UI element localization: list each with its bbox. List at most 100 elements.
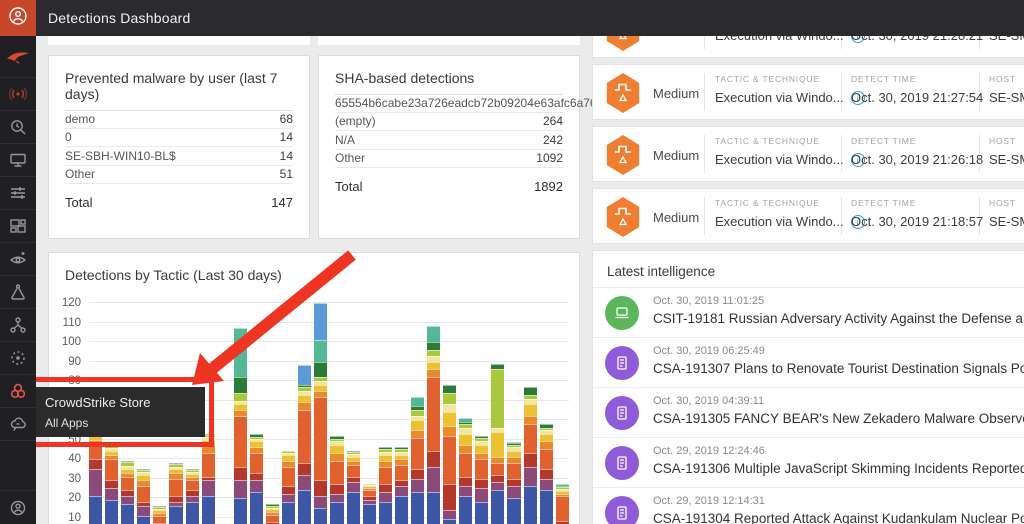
stacked-bar[interactable] xyxy=(266,503,280,524)
stacked-bar[interactable] xyxy=(394,447,408,524)
sidebar-item-intelligence[interactable] xyxy=(0,276,36,309)
sidebar-item-investigate[interactable] xyxy=(0,111,36,144)
column-value: Oct. 30, 2019 21:18:57 xyxy=(851,214,983,229)
stacked-bar[interactable] xyxy=(121,460,135,524)
stacked-bar[interactable] xyxy=(249,433,264,524)
user-menu-button[interactable] xyxy=(0,0,36,36)
monitor-icon xyxy=(9,151,27,169)
sidebar-item-configuration[interactable] xyxy=(0,177,36,210)
sidebar-item-user[interactable] xyxy=(0,491,36,524)
stacked-bar[interactable] xyxy=(185,468,199,524)
total-label: Total xyxy=(65,195,93,210)
stacked-bar[interactable] xyxy=(298,365,312,524)
value-text: Execution via Windo... xyxy=(715,90,844,105)
stacked-bar[interactable] xyxy=(555,484,569,524)
sidebar-item-store[interactable] xyxy=(0,375,36,408)
stacked-bar[interactable] xyxy=(233,328,247,524)
bar-segment xyxy=(426,377,441,452)
bar-segment xyxy=(105,499,119,524)
bar-segment xyxy=(105,459,119,481)
store-icon xyxy=(9,382,27,400)
stacked-bar[interactable] xyxy=(137,468,151,524)
sidebar-item-settings[interactable] xyxy=(0,342,36,375)
stacked-bar[interactable] xyxy=(169,462,183,524)
detect-time-column: DETECT TIME Oct. 30, 2019 21:26:18 xyxy=(851,136,983,167)
detection-row[interactable]: Medium TACTIC & TECHNIQUE Execution via Wi… xyxy=(592,188,1024,244)
detection-row[interactable]: Medium TACTIC & TECHNIQUE Execution via Wi… xyxy=(592,126,1024,182)
stacked-bar[interactable] xyxy=(201,433,215,524)
stacked-bar[interactable] xyxy=(282,451,296,524)
sidebar-item-dashboards[interactable] xyxy=(0,210,36,243)
row-label: N/A xyxy=(335,132,356,147)
bar-segment xyxy=(89,443,103,460)
sliders-icon xyxy=(9,184,27,202)
row-value: 1092 xyxy=(536,151,563,166)
y-axis-tick-label: 10 xyxy=(68,511,81,524)
bar-segment xyxy=(507,498,521,524)
avatar-icon xyxy=(7,5,29,32)
bar-segment xyxy=(249,453,264,473)
bar-segment xyxy=(378,466,392,485)
bar-segment xyxy=(330,445,344,454)
store-tooltip-all-apps[interactable]: All Apps xyxy=(45,416,193,430)
detection-row[interactable]: Medium TACTIC & TECHNIQUE Execution via Wi… xyxy=(592,64,1024,120)
stacked-bar[interactable] xyxy=(362,484,376,524)
stacked-bar[interactable] xyxy=(507,441,521,524)
stacked-bar[interactable] xyxy=(443,384,457,524)
bar-segment xyxy=(233,466,247,481)
bar-segment xyxy=(298,402,312,411)
bar-segment xyxy=(491,482,505,491)
intelligence-text: Oct. 29, 2019 12:24:46 CSA-191306 Multipl… xyxy=(653,445,1024,476)
intelligence-item[interactable]: Oct. 29, 2019 12:14:31 CSA-191304 Reporte… xyxy=(593,487,1024,524)
bar-segment xyxy=(426,326,441,343)
stacked-bar[interactable] xyxy=(89,429,103,524)
stacked-bar[interactable] xyxy=(426,326,441,524)
bar-segment xyxy=(410,468,424,479)
stacked-bar[interactable] xyxy=(346,451,360,524)
tactic-column: TACTIC & TECHNIQUE Execution via Windo...… xyxy=(715,198,865,229)
total-label: Total xyxy=(335,179,363,194)
column-label: DETECT TIME xyxy=(851,74,917,84)
bar-segment xyxy=(233,377,247,393)
stacked-bar[interactable] xyxy=(314,303,328,524)
intelligence-item[interactable]: Oct. 30, 2019 04:39:11 CSA-191305 FANCY B… xyxy=(593,387,1024,437)
bar-segment xyxy=(491,462,505,475)
stacked-bar[interactable] xyxy=(491,363,505,524)
sidebar-item-discover[interactable] xyxy=(0,243,36,276)
stacked-bar[interactable] xyxy=(378,447,392,524)
column-label: TACTIC & TECHNIQUE xyxy=(715,74,820,84)
stacked-bar[interactable] xyxy=(410,396,424,524)
bar-segment xyxy=(298,365,312,385)
bar-segment xyxy=(491,490,505,524)
stacked-bar[interactable] xyxy=(475,435,489,524)
bar-segment xyxy=(475,501,489,524)
stacked-bar[interactable] xyxy=(539,423,553,524)
sha-detections-card: SHA-based detections 65554b6cabe23a726ea… xyxy=(318,55,627,239)
intelligence-item[interactable]: Oct. 30, 2019 06:25:49 CSA-191307 Plans t… xyxy=(593,337,1024,387)
intelligence-item[interactable]: Oct. 30, 2019 11:01:25 CSIT-19181 Russian… xyxy=(593,287,1024,337)
intelligence-title: CSA-191307 Plans to Renovate Tourist Des… xyxy=(653,361,1024,376)
left-nav-sidebar xyxy=(0,36,36,524)
y-axis-tick-label: 90 xyxy=(68,355,81,368)
table-row: demo 68 xyxy=(65,110,293,129)
stacked-bar[interactable] xyxy=(459,418,473,524)
sidebar-item-falcon-logo[interactable] xyxy=(0,36,36,78)
stacked-bar[interactable] xyxy=(153,505,167,524)
stacked-bar[interactable] xyxy=(330,435,344,524)
row-label: SE-SBH-WIN10-BL$ xyxy=(65,148,176,163)
sidebar-item-hosts[interactable] xyxy=(0,144,36,177)
sidebar-item-activity[interactable] xyxy=(0,78,36,111)
y-axis-tick-label: 120 xyxy=(61,297,81,309)
sidebar-item-support[interactable] xyxy=(0,408,36,441)
bar-segment xyxy=(443,509,457,520)
stacked-bar[interactable] xyxy=(523,386,537,524)
bar-segment xyxy=(443,412,457,426)
total-value: 1892 xyxy=(534,179,563,194)
bar-segment xyxy=(523,486,537,524)
row-value: 242 xyxy=(542,132,563,147)
sidebar-item-workflows[interactable] xyxy=(0,309,36,342)
stacked-bar[interactable] xyxy=(105,443,119,524)
intelligence-item[interactable]: Oct. 29, 2019 12:24:46 CSA-191306 Multipl… xyxy=(593,437,1024,487)
column-label: DETECT TIME xyxy=(851,198,917,208)
sha-detections-table: 65554b6cabe23a726eadcb72b09204e63afc6a76… xyxy=(319,94,627,168)
